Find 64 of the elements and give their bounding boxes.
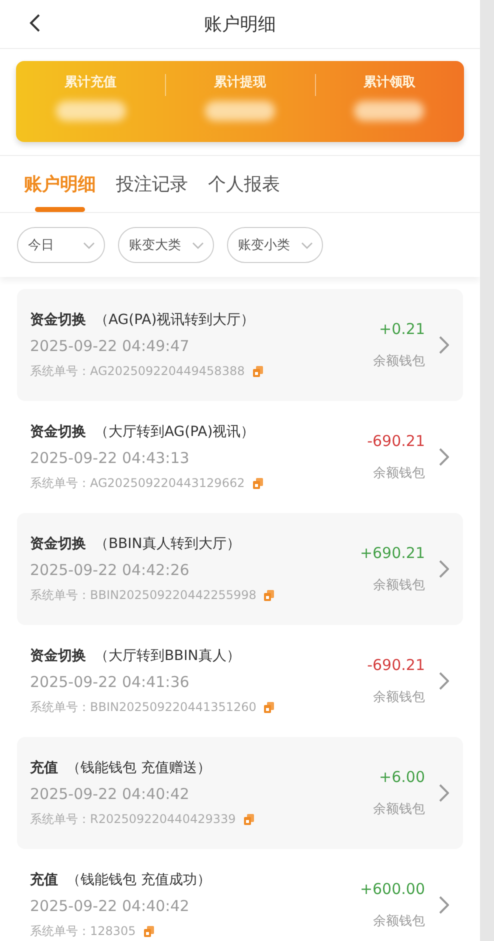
record-row[interactable]: 资金切换 （大厅转到BBIN真人） 2025-09-22 04:41:36 系统单号：BBIN202509220441351260 -690.21 余额钱包 (17, 625, 463, 737)
chevron-right-icon (439, 448, 449, 466)
amount: -690.21 (367, 432, 425, 450)
record-time: 2025-09-22 04:43:13 (30, 448, 190, 466)
blurred-value (354, 101, 424, 121)
back-icon[interactable] (28, 13, 42, 33)
order-number: 系统单号：BBIN202509220441351260 (30, 698, 256, 716)
amount: -690.21 (367, 656, 425, 674)
copy-icon[interactable] (244, 814, 254, 824)
record-title: 充值 （钱能钱包 充值成功） (30, 870, 212, 888)
caret-icon (82, 240, 96, 250)
record-row[interactable]: 充值 （钱能钱包 充值成功） 2025-09-22 04:40:42 系统单号：128305 +600.00 余额钱包 (17, 849, 463, 941)
record-row[interactable]: 资金切换 （大厅转到AG(PA)视讯） 2025-09-22 04:43:13 系统单号：AG202509220443129662 -690.21 余额钱包 (17, 401, 463, 513)
amount: +6.00 (379, 768, 425, 786)
filter-dropdown[interactable]: 今日 (17, 227, 105, 263)
order-number: 系统单号：128305 (30, 922, 136, 940)
wallet-label: 余额钱包 (373, 465, 425, 482)
caret-icon (300, 240, 314, 250)
copy-icon[interactable] (144, 926, 154, 936)
blurred-value (56, 101, 126, 121)
record-title: 资金切换 （大厅转到BBIN真人） (30, 646, 242, 664)
record-title: 资金切换 （AG(PA)视讯转到大厅） (30, 310, 256, 328)
wallet-label: 余额钱包 (373, 577, 425, 594)
wallet-label: 余额钱包 (373, 689, 425, 706)
chevron-right-icon (439, 336, 449, 354)
summary-label: 累计领取 (363, 74, 416, 91)
copy-icon[interactable] (264, 590, 274, 600)
order-number: 系统单号：AG202509220449458388 (30, 362, 245, 380)
record-time: 2025-09-22 04:42:26 (30, 560, 190, 578)
chevron-right-icon (439, 896, 449, 914)
record-time: 2025-09-22 04:41:36 (30, 672, 190, 690)
record-time: 2025-09-22 04:40:42 (30, 784, 190, 802)
summary-label: 累计提现 (214, 74, 266, 91)
amount: +600.00 (360, 880, 425, 898)
filter-dropdown[interactable]: 账变小类 (227, 227, 323, 263)
record-title: 充值 （钱能钱包 充值赠送） (30, 758, 212, 776)
record-time: 2025-09-22 04:49:47 (30, 336, 190, 354)
summary-label: 累计充值 (64, 74, 117, 91)
order-number: 系统单号：R202509220440429339 (30, 810, 236, 828)
page-title: 账户明细 (204, 13, 276, 36)
amount: +0.21 (379, 320, 425, 338)
amount: +690.21 (360, 544, 425, 562)
order-number: 系统单号：AG202509220443129662 (30, 474, 245, 492)
record-row[interactable]: 充值 （钱能钱包 充值赠送） 2025-09-22 04:40:42 系统单号：R202509220440429339 +6.00 余额钱包 (17, 737, 463, 849)
wallet-label: 余额钱包 (373, 913, 425, 930)
copy-icon[interactable] (264, 702, 274, 712)
tab[interactable]: 投注记录 (116, 156, 188, 212)
order-number: 系统单号：BBIN202509220442255998 (30, 586, 256, 604)
wallet-label: 余额钱包 (373, 353, 425, 370)
chevron-right-icon (439, 560, 449, 578)
tab[interactable]: 个人报表 (208, 156, 280, 212)
copy-icon[interactable] (252, 478, 263, 488)
caret-icon (191, 240, 205, 250)
record-title: 资金切换 （BBIN真人转到大厅） (30, 534, 242, 552)
filter-dropdown[interactable]: 账变大类 (118, 227, 214, 263)
record-row[interactable]: 资金切换 （AG(PA)视讯转到大厅） 2025-09-22 04:49:47 系统单号：AG202509220449458388 +0.21 余额钱包 (17, 289, 463, 401)
blurred-value (204, 101, 275, 121)
chevron-right-icon (439, 672, 449, 690)
record-title: 资金切换 （大厅转到AG(PA)视讯） (30, 422, 256, 440)
copy-icon[interactable] (252, 366, 263, 376)
chevron-right-icon (439, 784, 449, 802)
wallet-label: 余额钱包 (373, 801, 425, 818)
record-row[interactable]: 资金切换 （BBIN真人转到大厅） 2025-09-22 04:42:26 系统单号：BBIN202509220442255998 +690.21 余额钱包 (17, 513, 463, 625)
record-time: 2025-09-22 04:40:42 (30, 896, 190, 914)
